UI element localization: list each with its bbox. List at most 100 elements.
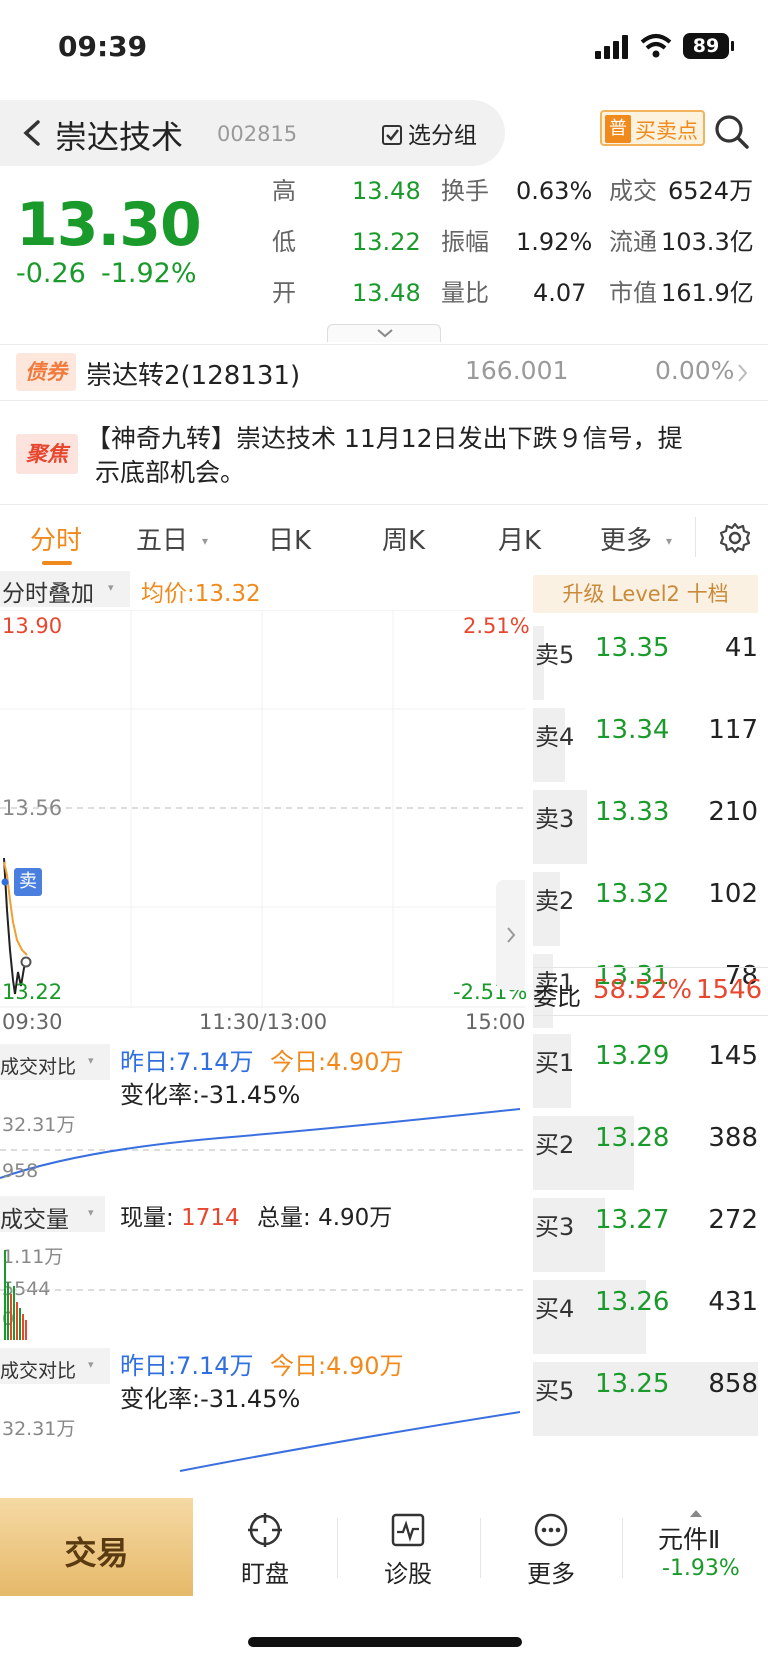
tab-more[interactable]: 更多: [600, 520, 652, 557]
focus-text-line1: 【神奇九转】崇达技术 11月12日发出下跌９信号，提: [86, 424, 683, 453]
bid-price: 13.26: [595, 1287, 670, 1317]
low-value: 13.22: [352, 228, 421, 256]
ask-level-2[interactable]: 卖4 13.34 117: [533, 708, 768, 782]
ask-volume: 41: [724, 633, 758, 663]
volume-ratio-value: 4.07: [533, 279, 587, 307]
back-icon[interactable]: [14, 114, 50, 152]
buy-sell-points-button[interactable]: 普 买卖点: [600, 110, 705, 146]
chart-tabs: 分时 五日 ▾ 日K 周K 月K 更多 ▾: [0, 505, 768, 569]
caret-down-icon: ▾: [202, 534, 209, 548]
price-change: -0.26: [16, 258, 86, 289]
sell-signal-marker[interactable]: 卖: [14, 868, 42, 896]
ask-volume: 102: [708, 879, 758, 909]
deal-amount-label: 成交: [609, 177, 657, 205]
tab-divider: [695, 517, 696, 557]
price-change-pct: -1.92%: [101, 258, 197, 289]
stock-name: 崇达技术: [55, 118, 184, 156]
convertible-bond-row[interactable]: 债券 崇达转2(128131) 166.001 0.00%: [0, 345, 768, 400]
bid-level-1[interactable]: 买1 13.29 145: [533, 1034, 768, 1108]
ask-label: 卖2: [535, 887, 575, 915]
toolbar-divider: [622, 1518, 623, 1578]
caret-up-icon: [690, 1510, 702, 1517]
price-axis-top: 13.90: [2, 614, 63, 638]
focus-news-row[interactable]: 聚焦 【神奇九转】崇达技术 11月12日发出下跌９信号，提 示底部机会。: [0, 402, 768, 502]
collapse-book-button[interactable]: [496, 880, 525, 990]
time-axis-mid: 11:30/13:00: [199, 1010, 328, 1034]
diagnosis-button[interactable]: 诊股: [353, 1498, 463, 1598]
caret-down-icon: ▾: [108, 581, 114, 594]
tab-weekly-k[interactable]: 周K: [382, 520, 425, 557]
search-icon[interactable]: [712, 112, 752, 152]
bid-level-5[interactable]: 买5 13.25 858: [533, 1362, 768, 1436]
expand-quote-button[interactable]: [327, 324, 441, 342]
signal-icon: [595, 35, 629, 59]
tab-intraday[interactable]: 分时: [30, 520, 82, 557]
bid-level-2[interactable]: 买2 13.28 388: [533, 1116, 768, 1190]
order-ratio-pct: 58.52%: [593, 975, 693, 1005]
amplitude-value: 1.92%: [516, 228, 593, 256]
diagnosis-label: 诊股: [384, 1560, 432, 1588]
amplitude-label: 振幅: [441, 228, 489, 256]
focus-text-line2: 示底部机会。: [95, 458, 246, 487]
divider: [533, 967, 768, 968]
stock-code: 002815: [217, 122, 298, 146]
volume-compare-panel[interactable]: 成交对比 ▾ 昨日:7.14万 今日:4.90万 变化率:-31.45% 32.…: [0, 1038, 525, 1188]
stock-header: 崇达技术 002815 选分组 普 买卖点: [0, 100, 768, 166]
upgrade-level2-button[interactable]: 升级 Level2 十档: [533, 575, 758, 613]
overlay-selector[interactable]: 分时叠加 ▾: [0, 571, 130, 607]
deal-amount-value: 6524万: [668, 177, 754, 205]
ask-volume: 210: [708, 797, 758, 827]
divider: [533, 1015, 768, 1016]
sector-name: 元件Ⅱ: [658, 1525, 721, 1554]
pct-axis-top: 2.51%: [463, 614, 530, 638]
volume-ratio-label: 量比: [441, 279, 489, 307]
turnover-value: 0.63%: [516, 177, 593, 205]
float-cap-value: 103.3亿: [661, 228, 754, 256]
volume-compare-panel-2[interactable]: 成交对比 ▾ 昨日:7.14万 今日:4.90万 变化率:-31.45% 32.…: [0, 1342, 525, 1472]
crosshair-icon: [248, 1513, 282, 1547]
bid-level-4[interactable]: 买4 13.26 431: [533, 1280, 768, 1354]
intraday-chart-area: 分时叠加 ▾ 均价:13.32 13.90 13.56 13.22 2.51% …: [0, 568, 530, 1498]
price-chart-grid: [0, 609, 525, 1008]
bid-label: 买4: [535, 1295, 575, 1323]
group-select-button[interactable]: 选分组: [382, 116, 477, 150]
ask-level-1[interactable]: 卖5 13.35 41: [533, 626, 768, 700]
ask-level-4[interactable]: 卖2 13.32 102: [533, 872, 768, 946]
ask-level-3[interactable]: 卖3 13.33 210: [533, 790, 768, 864]
bid-label: 买1: [535, 1049, 575, 1077]
watch-label: 盯盘: [241, 1560, 289, 1588]
avg-price: 均价:13.32: [141, 574, 261, 608]
tab-monthly-k[interactable]: 月K: [498, 520, 541, 557]
tab-five-day[interactable]: 五日: [136, 520, 188, 557]
battery-icon: 89: [683, 33, 729, 59]
market-cap-label: 市值: [609, 279, 657, 307]
bid-level-3[interactable]: 买3 13.27 272: [533, 1198, 768, 1272]
bid-price: 13.25: [595, 1369, 670, 1399]
volume-compare-line-2: [179, 1411, 521, 1472]
ask-label: 卖5: [535, 641, 575, 669]
chevron-right-icon: [507, 927, 516, 943]
bond-name: 崇达转2(128131): [86, 361, 301, 391]
volume-compare-line: [0, 1108, 525, 1179]
order-ratio-value: 1546: [696, 975, 763, 1005]
price-chart[interactable]: 13.90 13.56 13.22 2.51% -2.51% 卖: [0, 609, 530, 1008]
order-book: 升级 Level2 十档 卖5 13.35 41 卖4 13.34 117 卖3 13.33 2…: [533, 575, 768, 1495]
volume-panel[interactable]: 成交量 ▾ 现量: 1714 总量: 4.90万 1.11万 5544 0: [0, 1190, 525, 1340]
open-value: 13.48: [352, 279, 421, 307]
settings-gear-icon[interactable]: [718, 521, 752, 555]
status-time: 09:39: [58, 30, 148, 63]
status-bar: 09:39 89: [0, 0, 768, 100]
toolbar-divider: [480, 1518, 481, 1578]
more-button[interactable]: 更多: [496, 1498, 606, 1598]
sector-button[interactable]: 元件Ⅱ -1.93%: [638, 1498, 758, 1598]
bond-price: 166.001: [465, 356, 569, 385]
bid-label: 买3: [535, 1213, 575, 1241]
bid-volume: 431: [708, 1287, 758, 1317]
high-label: 高: [272, 177, 296, 205]
ask-volume: 117: [708, 715, 758, 745]
open-label: 开: [272, 279, 296, 307]
tab-daily-k[interactable]: 日K: [268, 520, 311, 557]
trade-button[interactable]: 交易: [0, 1498, 193, 1596]
ask-price: 13.32: [595, 879, 670, 909]
watch-button[interactable]: 盯盘: [210, 1498, 320, 1598]
